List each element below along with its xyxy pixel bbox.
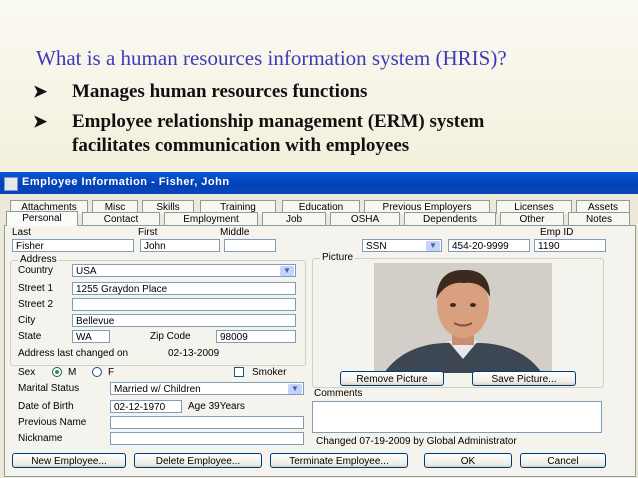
first-name-label: First — [138, 227, 158, 238]
remove-picture-button[interactable]: Remove Picture — [340, 371, 444, 386]
tab-dependents[interactable]: Dependents — [404, 212, 496, 226]
address-changed-label: Address last changed on — [18, 348, 129, 359]
address-changed-date: 02-13-2009 — [168, 348, 220, 359]
city-label: City — [18, 315, 36, 326]
zip-label: Zip Code — [150, 331, 191, 342]
sex-female-label: F — [108, 367, 115, 378]
comments-label: Comments — [314, 388, 363, 399]
emp-id-input[interactable]: 1190 — [534, 239, 606, 252]
marital-status-label: Marital Status — [18, 383, 80, 394]
last-name-input[interactable]: Fisher — [12, 239, 134, 252]
middle-name-input[interactable] — [224, 239, 276, 252]
chevron-down-icon[interactable]: ▼ — [288, 384, 302, 394]
country-value: USA — [76, 266, 97, 277]
picture-group-label: Picture — [320, 252, 356, 263]
bullet-2-text-line2: facilitates communication with employees — [72, 135, 410, 156]
ok-button[interactable]: OK — [424, 453, 512, 468]
bullet-2-text-line1: Employee relationship management (ERM) s… — [72, 111, 485, 132]
sex-female-radio[interactable] — [92, 367, 102, 377]
ssn-input[interactable]: 454-20-9999 — [448, 239, 530, 252]
last-name-label: Last — [12, 227, 31, 238]
smoker-checkbox[interactable] — [234, 367, 244, 377]
cancel-button[interactable]: Cancel — [520, 453, 606, 468]
arrow-bullet-icon: ➤ — [33, 112, 48, 131]
comments-textarea[interactable] — [312, 401, 602, 433]
slide-title: What is a human resources information sy… — [36, 46, 507, 70]
chevron-down-icon[interactable]: ▼ — [426, 241, 440, 251]
employee-photo — [374, 263, 552, 373]
marital-status-select[interactable]: Married w/ Children ▼ — [110, 382, 304, 395]
tab-employment[interactable]: Employment — [164, 212, 258, 226]
slide-header: What is a human resources information sy… — [0, 0, 638, 170]
chevron-down-icon[interactable]: ▼ — [280, 266, 294, 276]
dob-label: Date of Birth — [18, 401, 74, 412]
bullet-1-text: Manages human resources functions — [72, 81, 368, 102]
street1-input[interactable]: 1255 Graydon Place — [72, 282, 296, 295]
sex-male-radio[interactable] — [52, 367, 62, 377]
age-value: Age 39Years — [188, 401, 245, 412]
window-title: Employee Information - Fisher, John — [22, 176, 230, 188]
street2-label: Street 2 — [18, 299, 54, 310]
changed-by-text: Changed 07-19-2009 by Global Administrat… — [316, 436, 517, 447]
street2-input[interactable] — [72, 298, 296, 311]
country-select[interactable]: USA ▼ — [72, 264, 296, 277]
sex-label: Sex — [18, 367, 36, 378]
id-type-select[interactable]: SSN ▼ — [362, 239, 442, 252]
save-picture-button[interactable]: Save Picture... — [472, 371, 576, 386]
previous-name-input[interactable] — [110, 416, 304, 429]
tab-job[interactable]: Job — [262, 212, 326, 226]
smoker-label: Smoker — [252, 367, 287, 378]
window-titlebar[interactable]: Employee Information - Fisher, John — [0, 172, 638, 194]
emp-id-label: Emp ID — [540, 227, 574, 238]
sex-male-label: M — [68, 367, 77, 378]
state-label: State — [18, 331, 42, 342]
first-name-input[interactable]: John — [140, 239, 220, 252]
middle-name-label: Middle — [220, 227, 250, 238]
tab-osha[interactable]: OSHA — [330, 212, 400, 226]
street1-label: Street 1 — [18, 283, 54, 294]
state-input[interactable]: WA — [72, 330, 110, 343]
employee-portrait-icon — [374, 263, 552, 373]
window-app-icon — [4, 177, 18, 191]
nickname-label: Nickname — [18, 433, 63, 444]
employee-window: Employee Information - Fisher, John Atta… — [0, 172, 638, 478]
tab-personal[interactable]: Personal — [6, 211, 78, 226]
previous-name-label: Previous Name — [18, 417, 87, 428]
dob-input[interactable]: 02-12-1970 — [110, 400, 182, 413]
country-label: Country — [18, 265, 54, 276]
arrow-bullet-icon: ➤ — [33, 82, 48, 101]
id-type-value: SSN — [366, 241, 387, 252]
tab-notes[interactable]: Notes — [568, 212, 630, 226]
tab-contact[interactable]: Contact — [82, 212, 160, 226]
marital-status-value: Married w/ Children — [114, 384, 201, 395]
terminate-employee-button[interactable]: Terminate Employee... — [270, 453, 408, 468]
address-group-label: Address — [18, 254, 59, 265]
new-employee-button[interactable]: New Employee... — [12, 453, 126, 468]
delete-employee-button[interactable]: Delete Employee... — [134, 453, 262, 468]
nickname-input[interactable] — [110, 432, 304, 445]
city-input[interactable]: Bellevue — [72, 314, 296, 327]
zip-input[interactable]: 98009 — [216, 330, 296, 343]
tab-other[interactable]: Other — [500, 212, 564, 226]
